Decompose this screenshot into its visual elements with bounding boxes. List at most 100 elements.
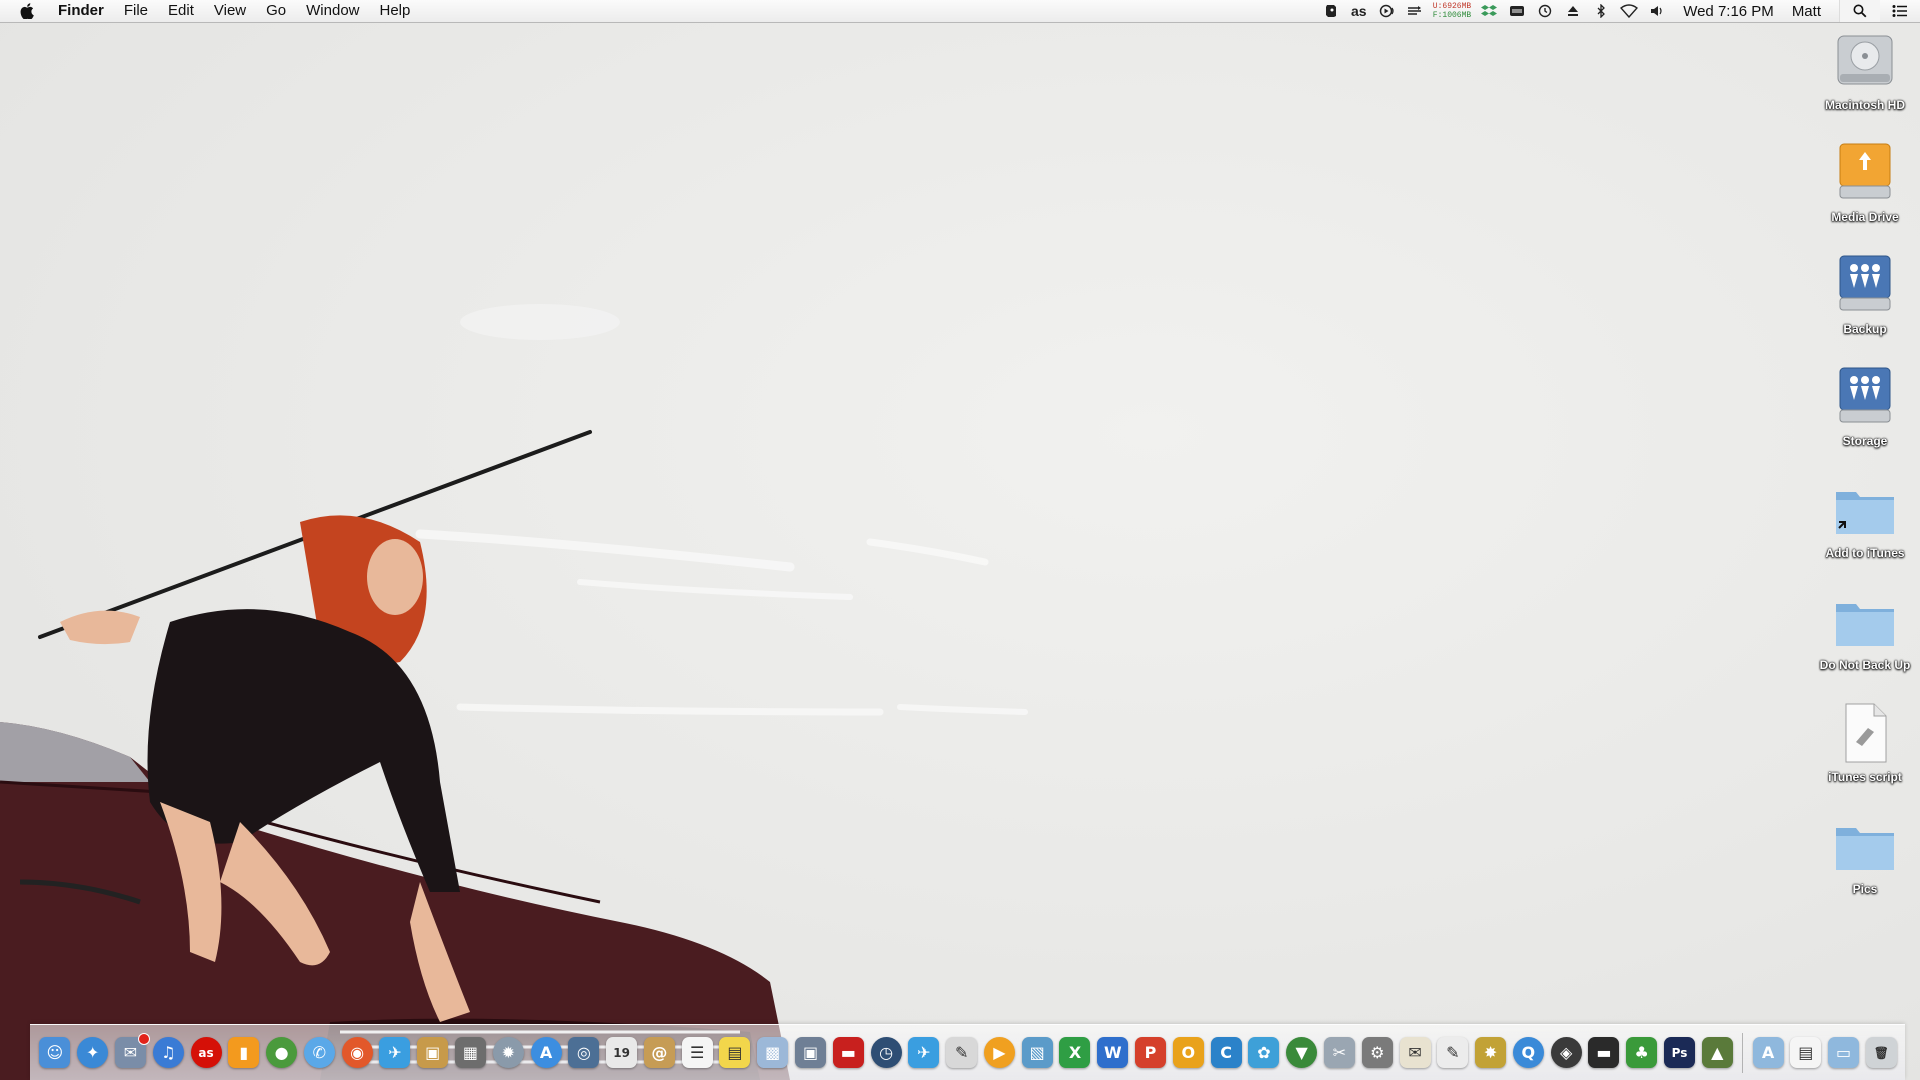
dock-outlook-icon[interactable]: O (1172, 1037, 1204, 1068)
dock-messages-icon[interactable]: ✆ (303, 1037, 335, 1068)
eject-icon[interactable] (1562, 0, 1584, 22)
menu-help[interactable]: Help (370, 0, 421, 22)
hard-drive-icon (1837, 35, 1893, 85)
dock-itunes-icon[interactable]: ♫ (152, 1037, 184, 1068)
notification-center-icon[interactable] (1880, 0, 1920, 22)
menu-bar-right: as U:6926MB F:1006MB Wed 7:16 PM Matt (1317, 0, 1920, 22)
desktop-wallpaper (0, 304, 1028, 1080)
cloud-streaks (415, 304, 1028, 716)
dock-utilities-icon[interactable]: ✂ (1323, 1037, 1355, 1068)
desktop-icon-label: Macintosh HD (1824, 98, 1905, 112)
dock-launchpad-icon[interactable]: ✹ (492, 1037, 524, 1068)
dock-lastfm-icon[interactable]: as (190, 1037, 222, 1068)
dock-badge (137, 1033, 150, 1045)
wifi-icon[interactable] (1618, 0, 1640, 22)
dock-mail-stamp-icon[interactable]: ✉ (114, 1033, 150, 1068)
dock-applications-folder-icon[interactable]: A (1752, 1037, 1784, 1068)
menu-window[interactable]: Window (296, 0, 369, 22)
memory-free-text: F:1006MB (1432, 11, 1472, 20)
dock-excel-icon[interactable]: X (1059, 1037, 1091, 1068)
menu-edit[interactable]: Edit (158, 0, 204, 22)
menu-go[interactable]: Go (256, 0, 296, 22)
dock-communicator-icon[interactable]: C (1210, 1037, 1242, 1068)
lastfm-status-icon[interactable]: as (1348, 0, 1370, 22)
network-status-icon[interactable] (1404, 0, 1426, 22)
dock-textedit-icon[interactable]: ✎ (1437, 1037, 1469, 1068)
dock-ethernet-icon[interactable]: ▬ (1588, 1037, 1620, 1068)
dock-separator (1742, 1032, 1744, 1073)
dock-vlc-icon[interactable]: ▶ (983, 1037, 1015, 1068)
time-machine-status-icon[interactable] (1534, 0, 1556, 22)
dock-word-icon[interactable]: W (1097, 1037, 1129, 1068)
desktop-icon-label: Storage (1842, 434, 1888, 448)
dock-flashcard-icon[interactable]: ▬ (832, 1037, 864, 1068)
menu-view[interactable]: View (204, 0, 256, 22)
dock-package-icon[interactable]: ▣ (417, 1037, 449, 1068)
spotlight-search-icon[interactable] (1839, 0, 1880, 22)
dock-trash-icon[interactable]: 🗑 (1865, 1037, 1897, 1068)
dock-app-store-icon[interactable]: A (530, 1037, 562, 1068)
dock-twitter-icon[interactable]: ✈ (379, 1037, 411, 1068)
dock-stickies-icon[interactable]: ▤ (719, 1037, 751, 1068)
apple-menu-icon[interactable] (16, 0, 38, 22)
script-icon (1845, 703, 1887, 763)
dock-safari-icon[interactable]: ✦ (77, 1037, 109, 1068)
dock-powerpoint-icon[interactable]: P (1135, 1037, 1167, 1068)
dock-script-editor-icon[interactable]: ✎ (946, 1037, 978, 1068)
desktop-icon-label: Pics (1852, 882, 1878, 896)
desktop-icon-itunes-script[interactable]: iTunes script (1810, 698, 1920, 798)
evernote-status-icon[interactable] (1320, 0, 1342, 22)
dock-image-capture-icon[interactable]: ◎ (568, 1037, 600, 1068)
desktop-icon-pics[interactable]: Pics (1810, 810, 1920, 910)
dock-firefox-icon[interactable]: ◉ (341, 1037, 373, 1068)
dock-pineapple-icon[interactable]: ✸ (1475, 1037, 1507, 1068)
dock-evernote-icon[interactable]: ♣ (1626, 1037, 1658, 1068)
dock-ibooks-icon[interactable]: ▮ (228, 1037, 260, 1068)
dock-documents-stack-icon[interactable]: ▤ (1790, 1037, 1822, 1068)
memory-used-text: U:6926MB (1432, 2, 1472, 11)
dock-apps: ☺ ✦ ✉ ♫ as ▮ ● ✆ ◉ ✈ ▣ ▦ ✹ A ◎ 19 @ ☰ ▤ ▩ ▣ ▬ ◷ ✈ ✎ ▶ ▧ X W P O C ✿ ▼ ✂ ⚙ ✉ ✎… (36, 1033, 1736, 1068)
desktop-icon-label: iTunes script (1828, 770, 1902, 784)
dock-calendar-icon[interactable]: 19 (606, 1037, 638, 1068)
bluetooth-icon[interactable] (1590, 0, 1612, 22)
dock-system-preferences-icon[interactable]: ⚙ (1361, 1037, 1393, 1068)
desktop-icon-backup[interactable]: Backup (1810, 250, 1920, 350)
dock-twitterrific-icon[interactable]: ✈ (908, 1037, 940, 1068)
folder-icon (1836, 828, 1894, 870)
dock-preview-2-icon[interactable]: ▧ (1021, 1037, 1053, 1068)
volume-icon[interactable] (1646, 0, 1668, 22)
desktop-icon-storage[interactable]: Storage (1810, 362, 1920, 462)
dock-preview-icon[interactable]: ▩ (757, 1037, 789, 1068)
dock-transmission-icon[interactable]: ▼ (1286, 1037, 1318, 1068)
dock-downloads-folder-icon[interactable]: ▭ (1828, 1037, 1860, 1068)
menu-clock[interactable]: Wed 7:16 PM (1671, 3, 1786, 20)
dropbox-status-icon[interactable] (1478, 0, 1500, 22)
desktop-icon-media-drive[interactable]: Media Drive (1810, 138, 1920, 238)
dock-reminders-icon[interactable]: ☰ (681, 1037, 713, 1068)
desktop-icon-add-to-itunes[interactable]: Add to iTunes (1810, 474, 1920, 574)
dock-time-machine-icon[interactable]: ◷ (870, 1037, 902, 1068)
menu-file[interactable]: File (114, 0, 158, 22)
airfoil-status-icon[interactable] (1376, 0, 1398, 22)
fast-user-switch[interactable]: Matt (1786, 3, 1839, 20)
dock-finder-icon[interactable]: ☺ (39, 1037, 71, 1068)
dock-photoshop-icon[interactable]: Ps (1663, 1037, 1695, 1068)
dock-mail-relay-icon[interactable]: ✉ (1399, 1037, 1431, 1068)
dock-photo-booth-icon[interactable]: ▣ (795, 1037, 827, 1068)
desktop-icon-label: Add to iTunes (1825, 546, 1905, 560)
dock: ☺ ✦ ✉ ♫ as ▮ ● ✆ ◉ ✈ ▣ ▦ ✹ A ◎ 19 @ ☰ ▤ ▩ ▣ ▬ ◷ ✈ ✎ ▶ ▧ X W P O C ✿ ▼ ✂ ⚙ ✉ ✎… (30, 1024, 1905, 1080)
dock-messenger-icon[interactable]: ✿ (1248, 1037, 1280, 1068)
menu-app-name[interactable]: Finder (54, 0, 114, 22)
dock-quicktime-icon[interactable]: Q (1512, 1037, 1544, 1068)
dock-chrome-icon[interactable]: ● (266, 1037, 298, 1068)
dock-activity-monitor-icon[interactable]: ▲ (1701, 1037, 1733, 1068)
dock-contacts-icon[interactable]: @ (643, 1037, 675, 1068)
desktop-icon-do-not-back-up[interactable]: Do Not Back Up (1810, 586, 1920, 686)
memory-status[interactable]: U:6926MB F:1006MB (1433, 2, 1471, 20)
dock-dashboard-icon[interactable]: ◈ (1550, 1037, 1582, 1068)
desktop-icon-macintosh-hd[interactable]: Macintosh HD (1810, 26, 1920, 126)
keyboard-status-icon[interactable] (1506, 0, 1528, 22)
dock-grid-app-icon[interactable]: ▦ (454, 1037, 486, 1068)
folder-icon (1836, 604, 1894, 646)
desktop-icon-label: Media Drive (1831, 210, 1899, 224)
